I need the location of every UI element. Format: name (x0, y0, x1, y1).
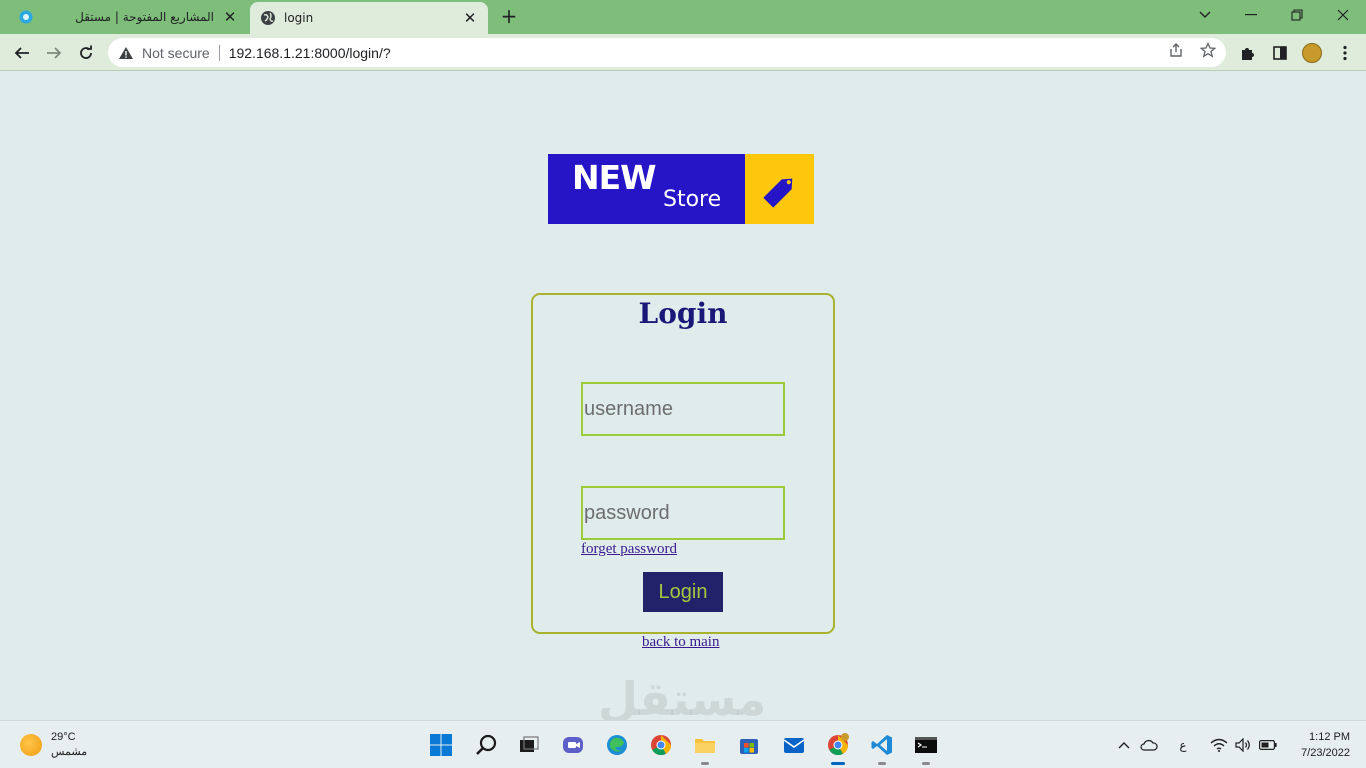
login-heading: Login (638, 297, 728, 330)
logo-tag-panel (745, 154, 814, 224)
back-to-main-link[interactable]: back to main (642, 634, 719, 651)
close-window-icon[interactable] (1320, 0, 1366, 30)
sun-icon (20, 734, 42, 756)
chevron-up-icon[interactable] (1116, 735, 1132, 755)
task-view-icon[interactable] (515, 731, 543, 759)
store-logo: NEW Store (548, 154, 814, 224)
vscode-icon[interactable] (868, 731, 896, 765)
chrome-profile-icon[interactable] (824, 731, 852, 765)
logo-word-store: Store (663, 187, 722, 212)
login-button[interactable]: Login (643, 572, 723, 612)
login-form: Login forget password Login (531, 293, 835, 634)
globe-icon (260, 10, 276, 26)
clock-date: 7/23/2022 (1301, 747, 1350, 759)
weather-temperature: 29°C (51, 731, 76, 743)
kebab-menu-icon[interactable] (1335, 43, 1355, 63)
system-clock[interactable]: 1:12 PM 7/23/2022 (1280, 729, 1350, 761)
mail-icon[interactable] (780, 731, 808, 759)
browser-tab-bar: المشاريع المفتوحة | مستقل ✕ login ✕ + (0, 0, 1366, 34)
microsoft-store-icon[interactable] (735, 731, 763, 759)
not-secure-label: Not secure (142, 44, 210, 61)
search-icon[interactable] (472, 731, 500, 759)
forward-arrow-icon[interactable] (41, 40, 67, 66)
tab-title: login (284, 11, 314, 25)
edge-browser-icon[interactable] (603, 731, 631, 759)
profile-avatar[interactable] (1302, 43, 1322, 63)
mostaql-favicon-icon (18, 9, 34, 25)
warning-icon[interactable] (118, 45, 134, 61)
active-indicator (831, 762, 845, 765)
back-arrow-icon[interactable] (9, 40, 35, 66)
side-panel-icon[interactable] (1270, 43, 1290, 63)
chrome-icon[interactable] (647, 731, 675, 759)
address-bar[interactable]: Not secure 192.168.1.21:8000/login/? (108, 38, 1226, 67)
wifi-icon[interactable] (1210, 735, 1228, 755)
language-indicator[interactable]: ع (1175, 735, 1191, 755)
tab-title: المشاريع المفتوحة | مستقل (75, 10, 214, 24)
username-input[interactable] (581, 382, 785, 436)
bookmark-star-icon[interactable] (1199, 41, 1217, 59)
browser-toolbar: Not secure 192.168.1.21:8000/login/? (0, 34, 1366, 71)
restore-icon[interactable] (1274, 0, 1320, 30)
url-text[interactable]: 192.168.1.21:8000/login/? (229, 45, 391, 61)
tab-mostaql[interactable]: المشاريع المفتوحة | مستقل ✕ (8, 0, 248, 34)
new-tab-plus-icon[interactable]: + (498, 6, 520, 28)
start-windows-icon[interactable] (427, 731, 455, 759)
extensions-puzzle-icon[interactable] (1238, 43, 1258, 63)
terminal-icon[interactable] (912, 731, 940, 765)
clock-time: 1:12 PM (1309, 731, 1350, 743)
weather-widget[interactable]: 29°C مشمس (20, 730, 87, 760)
running-indicator (878, 762, 886, 765)
logo-text-panel: NEW Store (548, 154, 745, 224)
minimize-icon[interactable] (1228, 0, 1274, 30)
volume-icon[interactable] (1234, 735, 1252, 755)
teams-chat-icon[interactable] (559, 731, 587, 759)
price-tag-icon (763, 178, 793, 208)
tab-search-chevron-icon[interactable] (1182, 0, 1228, 30)
mostaql-watermark: مستقل (598, 672, 767, 726)
tab-login[interactable]: login ✕ (250, 2, 488, 34)
battery-icon[interactable] (1258, 735, 1278, 755)
onedrive-cloud-icon[interactable] (1139, 735, 1159, 755)
running-indicator (922, 762, 930, 765)
running-indicator (701, 762, 709, 765)
file-explorer-icon[interactable] (691, 731, 719, 765)
close-tab-icon[interactable]: ✕ (222, 8, 238, 26)
password-input[interactable] (581, 486, 785, 540)
windows-taskbar: 29°C مشمس ع 1:12 PM 7/23/2022 (0, 720, 1366, 768)
omnibox-separator (218, 44, 220, 61)
logo-word-new: NEW (572, 158, 657, 197)
weather-description: مشمس (51, 746, 88, 758)
close-tab-icon[interactable]: ✕ (462, 9, 478, 27)
reload-icon[interactable] (73, 40, 99, 66)
forget-password-link[interactable]: forget password (581, 541, 677, 558)
share-icon[interactable] (1167, 41, 1185, 59)
